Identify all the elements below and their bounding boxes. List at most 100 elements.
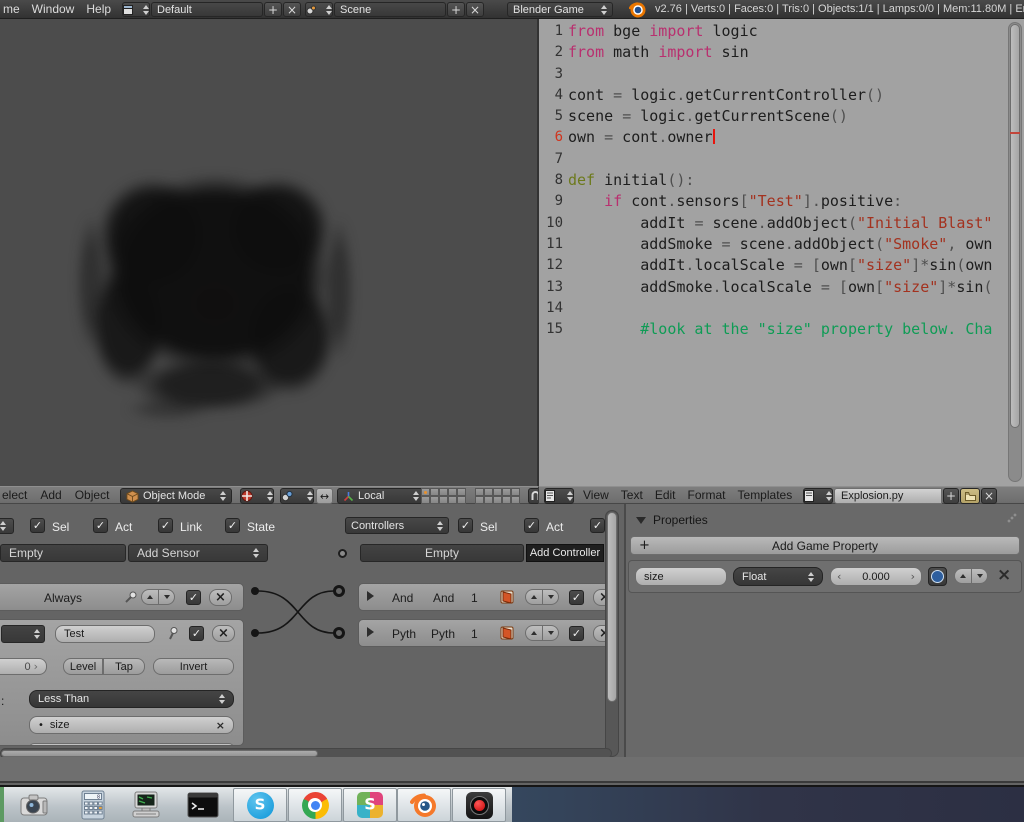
move-controller-updown[interactable] (525, 625, 559, 641)
stepper-right-icon[interactable]: › (34, 660, 38, 673)
layer-cell[interactable] (439, 496, 448, 504)
sensor-test-block[interactable]: Test ✓ × 0 › Level Tap Invert : Less Tha… (0, 619, 244, 746)
code-line[interactable]: def initial(): (568, 170, 1008, 191)
menu-item[interactable]: Window (32, 2, 75, 16)
layers-grid-1[interactable] (421, 488, 466, 504)
tap-button[interactable]: Tap (103, 658, 145, 675)
controllers-sel-checkbox[interactable]: ✓ (458, 518, 473, 533)
unlink-text-button[interactable]: × (981, 488, 997, 504)
sensors-filter-dropdown[interactable] (0, 518, 14, 534)
code-text[interactable]: from bge import logicfrom math import si… (568, 21, 1008, 340)
controllers-filter-dropdown[interactable]: Controllers (345, 517, 449, 534)
close-scene-button[interactable]: × (466, 2, 484, 17)
code-line[interactable] (568, 149, 1008, 170)
move-property-updown[interactable] (954, 568, 988, 584)
code-line[interactable]: addIt = scene.addObject("Initial Blast" (568, 213, 1008, 234)
layer-cell[interactable] (457, 488, 466, 496)
controller-input-socket[interactable] (335, 629, 344, 638)
partial-field[interactable] (29, 743, 234, 746)
layers-grid-2[interactable] (475, 488, 520, 504)
move-sensor-updown[interactable] (141, 589, 175, 605)
sensor-name-field[interactable]: Test (55, 625, 155, 643)
layer-cell[interactable] (493, 496, 502, 504)
controllers-link-checkbox[interactable]: ✓ (590, 518, 605, 533)
menu-item[interactable]: Format (688, 488, 726, 502)
controllers-act-checkbox[interactable]: ✓ (524, 518, 539, 533)
level-button[interactable]: Level (63, 658, 103, 675)
layer-cell[interactable] (448, 496, 457, 504)
game-property-value-slider[interactable]: ‹ 0.000 › (830, 567, 922, 586)
sensor-always-block[interactable]: Always ✓ × (0, 583, 244, 611)
calculator-icon[interactable]: 8 (76, 789, 110, 821)
collapse-triangle-icon[interactable] (636, 517, 646, 524)
slider-right-icon[interactable]: › (911, 570, 915, 583)
menu-item[interactable]: View (583, 488, 609, 502)
layer-cell[interactable] (484, 488, 493, 496)
computer-icon[interactable] (129, 789, 163, 821)
expand-triangle-icon[interactable] (367, 591, 374, 601)
slider-left-icon[interactable]: ‹ (837, 570, 841, 583)
layer-cell[interactable] (502, 496, 511, 504)
editor-type-dropdown[interactable] (544, 488, 574, 504)
always-enable-checkbox[interactable]: ✓ (186, 590, 201, 605)
controller-input-socket[interactable] (335, 587, 344, 596)
menu-item[interactable]: Templates (738, 488, 793, 502)
add-layout-button[interactable]: + (264, 2, 282, 17)
new-text-button[interactable]: + (943, 488, 959, 504)
layer-cell[interactable] (484, 496, 493, 504)
layer-cell[interactable] (502, 488, 511, 496)
property-info-toggle[interactable] (928, 567, 947, 586)
sensors-sel-checkbox[interactable]: ✓ (30, 518, 45, 533)
evaluation-dropdown[interactable]: Less Than (29, 690, 234, 708)
scene-field[interactable]: Scene (334, 2, 446, 17)
layer-cell[interactable] (421, 488, 430, 496)
controller-object-bar[interactable]: Empty (360, 544, 524, 562)
menu-item[interactable]: Edit (655, 488, 676, 502)
code-line[interactable]: scene = logic.getCurrentScene() (568, 106, 1008, 127)
screen-layout-field[interactable]: Default (151, 2, 263, 17)
sensor-type-dropdown[interactable] (1, 625, 45, 643)
layer-cell[interactable] (448, 488, 457, 496)
text-datablock-icon-chip[interactable] (803, 488, 833, 504)
layer-cell[interactable] (511, 488, 520, 496)
code-line[interactable] (568, 64, 1008, 85)
menu-item[interactable]: Help (86, 2, 111, 16)
logic-link-wires[interactable] (246, 580, 350, 642)
test-enable-checkbox[interactable]: ✓ (189, 626, 204, 641)
delete-always-button[interactable]: × (209, 589, 232, 606)
scene-icon-chip[interactable] (305, 2, 333, 17)
controller-object-socket[interactable] (338, 549, 347, 558)
logic-vertical-scrollbar[interactable] (605, 510, 619, 757)
code-line[interactable]: from bge import logic (568, 21, 1008, 42)
game-property-name-field[interactable]: size (635, 567, 727, 586)
chrome-icon[interactable] (288, 788, 342, 822)
property-name-field[interactable]: • size × (29, 716, 234, 734)
menu-item[interactable]: me (3, 2, 20, 16)
layer-cell[interactable] (511, 496, 520, 504)
orientation-dropdown[interactable]: Local (337, 488, 425, 504)
invert-button[interactable]: Invert (153, 658, 234, 675)
pivot-dropdown[interactable] (280, 488, 314, 504)
scrollbar-thumb[interactable] (1, 750, 318, 757)
delete-property-button[interactable]: × (997, 565, 1011, 585)
text-editor-scrollbar[interactable] (1008, 22, 1022, 482)
shading-dropdown[interactable] (240, 488, 274, 504)
manipulator-toggle[interactable]: ↔ (316, 488, 333, 504)
add-game-property-button[interactable]: + Add Game Property (630, 536, 1020, 555)
layer-cell[interactable] (421, 496, 430, 504)
camera-icon[interactable] (18, 789, 52, 821)
menu-item[interactable]: Object (75, 488, 110, 502)
code-line[interactable]: cont = logic.getCurrentController() (568, 85, 1008, 106)
code-line[interactable]: #look at the "size" property below. Cha (568, 319, 1008, 340)
layer-cell[interactable] (430, 488, 439, 496)
panel-grip-icon[interactable] (1006, 512, 1018, 524)
add-sensor-dropdown[interactable]: Add Sensor (128, 544, 268, 562)
state-book-icon[interactable] (499, 625, 517, 642)
layer-cell[interactable] (475, 496, 484, 504)
clear-property-icon[interactable]: × (216, 719, 225, 732)
controller-enable-checkbox[interactable]: ✓ (569, 590, 584, 605)
mode-dropdown[interactable]: Object Mode (120, 488, 232, 504)
open-text-button[interactable] (960, 488, 980, 504)
skype-icon[interactable]: S (233, 788, 287, 822)
state-book-icon[interactable] (499, 589, 517, 606)
